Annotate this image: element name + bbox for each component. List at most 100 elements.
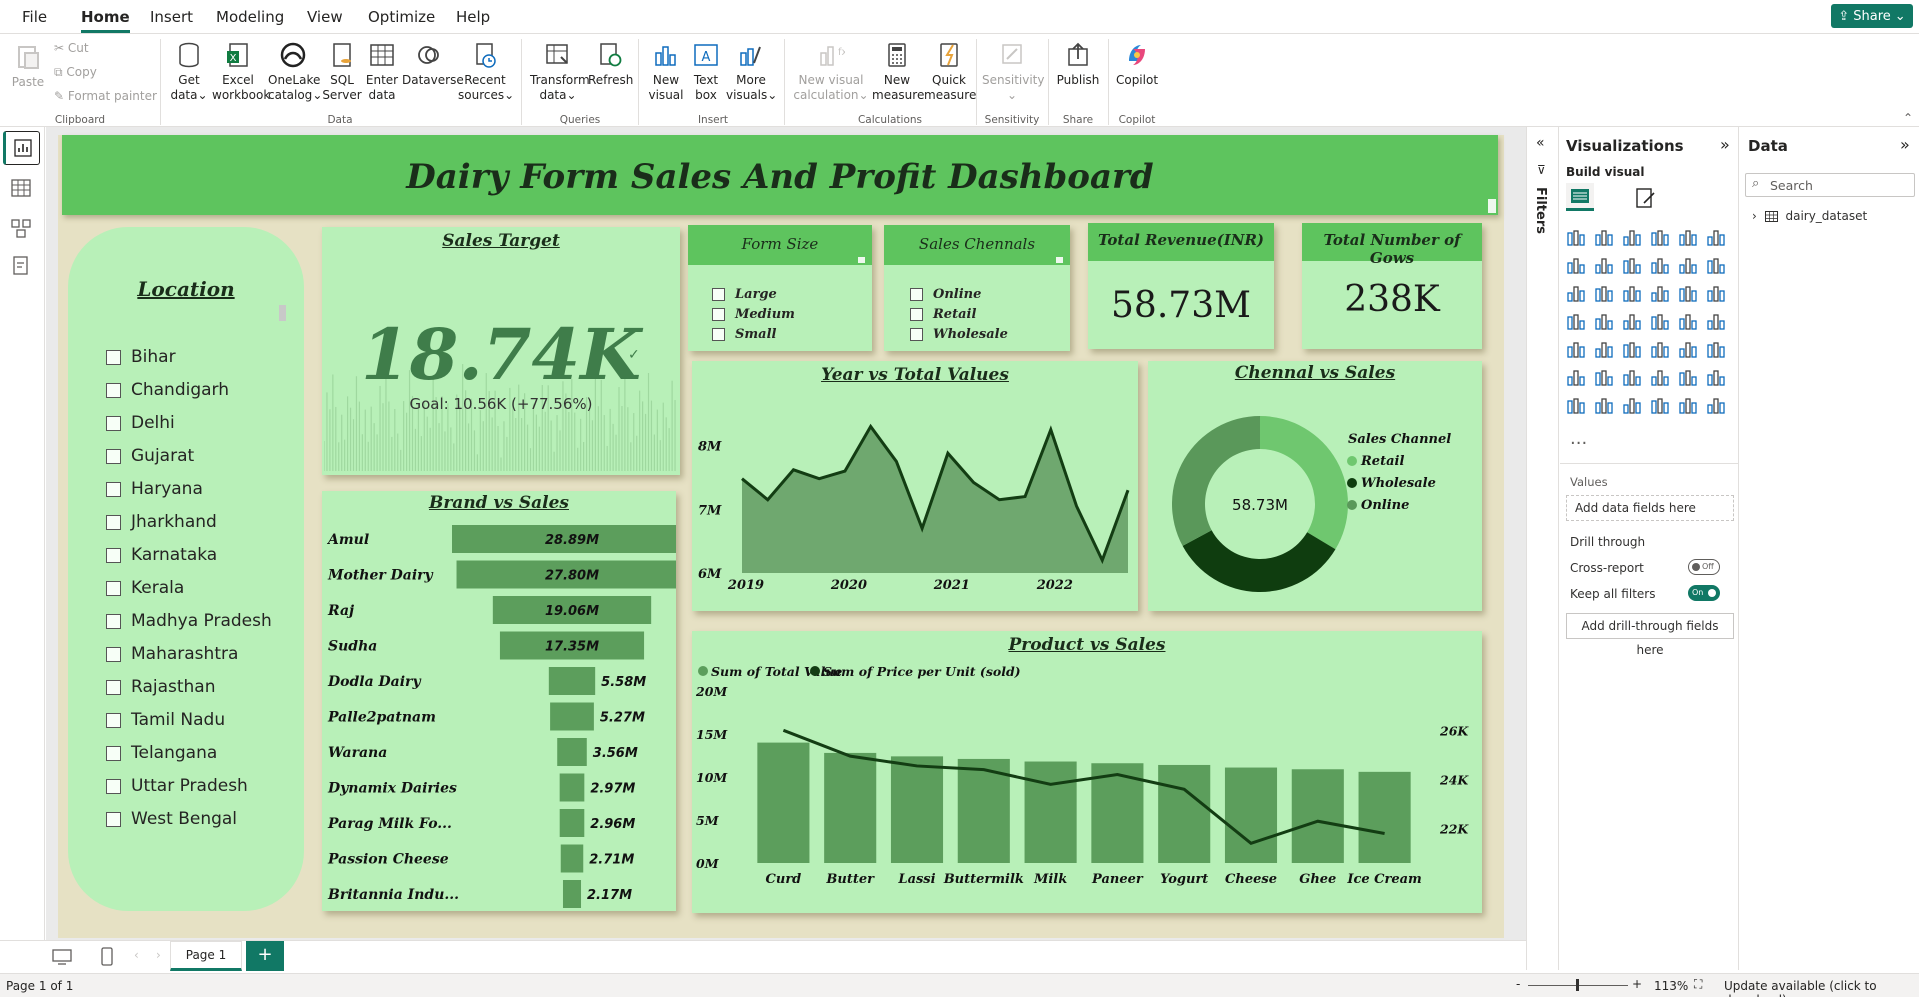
visual-type-icon[interactable] [1678,395,1698,415]
add-page-button[interactable]: + [246,941,284,971]
product-bar[interactable] [1224,767,1278,863]
checkbox[interactable] [106,481,121,497]
more-visuals-button[interactable]: More visuals⌄ [726,41,777,103]
copilot-button[interactable]: Copilot [1114,41,1160,88]
legend-label[interactable]: Wholesale [1361,476,1436,491]
add-drill-through-field[interactable]: Add drill-through fields here [1566,613,1734,657]
product-bar[interactable] [1291,769,1344,863]
publish-button[interactable]: Publish [1054,41,1102,88]
product-bar[interactable] [824,752,877,863]
menu-help[interactable]: Help [456,8,490,26]
table-view-icon[interactable] [10,177,32,199]
visual-type-icon[interactable] [1650,283,1670,303]
checkbox[interactable] [106,514,121,530]
location-item[interactable]: Uttar Pradesh [106,776,248,796]
location-item[interactable]: Telangana [106,743,217,763]
checkbox[interactable] [106,415,121,431]
visual-type-icon[interactable] [1622,311,1642,331]
refresh-button[interactable]: Refresh [588,41,633,88]
visual-type-icon[interactable] [1566,339,1586,359]
page-tab-1[interactable]: Page 1 [170,941,242,971]
brand-bar[interactable] [548,667,596,695]
onelake-catalog-button[interactable]: OneLake catalog⌄ [268,41,322,103]
menu-optimize[interactable]: Optimize [368,8,435,26]
checkbox[interactable] [106,712,121,728]
checkbox[interactable] [106,349,121,365]
menu-file[interactable]: File [22,8,47,26]
visual-type-icon[interactable] [1566,395,1586,415]
checkbox[interactable] [910,308,923,321]
visual-type-icon[interactable] [1706,311,1726,331]
visual-type-icon[interactable] [1622,367,1642,387]
product-bar[interactable] [890,756,944,863]
area-fill[interactable] [742,426,1128,573]
channel-item[interactable]: Online [910,287,981,302]
filters-pane[interactable]: « ⊽ Filters [1526,127,1559,970]
dataset-item[interactable]: › dairy_dataset [1752,209,1867,223]
visual-type-icon[interactable] [1706,395,1726,415]
donut-slice[interactable] [1260,416,1348,550]
text-box-button[interactable]: A Text box [688,41,724,103]
visual-type-icon[interactable] [1706,227,1726,247]
location-item[interactable]: Madhya Pradesh [106,611,272,631]
checkbox[interactable] [712,308,725,321]
form-size-item[interactable]: Medium [712,307,795,322]
brand-bar[interactable] [559,809,585,837]
form-size-item[interactable]: Large [712,287,777,302]
add-data-field[interactable]: Add data fields here [1566,495,1734,521]
location-item[interactable]: Chandigarh [106,380,229,400]
brand-bar[interactable] [560,844,584,873]
dataverse-button[interactable]: Dataverse [402,41,464,88]
visual-type-icon[interactable] [1706,367,1726,387]
collapse-ribbon-icon[interactable]: ⌃ [1903,111,1913,125]
copy-button[interactable]: ⧉ Copy [54,65,97,80]
visual-type-icon[interactable] [1566,255,1586,275]
data-search-box[interactable]: ⌕ Search [1745,173,1915,197]
checkbox[interactable] [106,448,121,464]
visual-type-icon[interactable] [1678,283,1698,303]
checkbox[interactable] [910,288,923,301]
model-view-icon[interactable] [10,217,32,239]
cross-report-toggle[interactable]: Off [1688,559,1720,575]
collapse-icon[interactable]: » [1720,135,1730,154]
visual-type-icon[interactable] [1622,395,1642,415]
legend-label[interactable]: Retail [1360,454,1404,469]
zoom-in-button[interactable]: + [1632,977,1642,991]
channel-item[interactable]: Wholesale [910,327,1008,342]
visual-type-icon[interactable] [1678,311,1698,331]
product-bar[interactable] [1158,764,1211,863]
chevron-left-icon[interactable]: ‹ [134,948,139,962]
visual-type-icon[interactable] [1678,227,1698,247]
checkbox[interactable] [106,580,121,596]
build-visual-tab[interactable] [1566,183,1594,211]
checkbox[interactable] [106,778,121,794]
checkbox[interactable] [106,745,121,761]
share-button[interactable]: ⇪ Share ⌄ [1831,4,1913,28]
fit-page-icon[interactable]: ⛶ [1694,977,1702,992]
format-painter-button[interactable]: ✎ Format painter [54,89,157,104]
menu-modeling[interactable]: Modeling [216,8,284,26]
checkbox[interactable] [712,288,725,301]
recent-sources-button[interactable]: Recent sources⌄ [458,41,514,103]
form-size-item[interactable]: Small [712,327,776,342]
location-item[interactable]: Delhi [106,413,175,433]
brand-bar[interactable] [557,738,587,766]
menu-view[interactable]: View [307,8,343,26]
report-view-button[interactable] [3,131,40,165]
visual-type-icon[interactable] [1594,283,1614,303]
channel-item[interactable]: Retail [910,307,976,322]
update-notice[interactable]: Update available (click to download) [1724,979,1919,997]
visual-type-icon[interactable] [1566,311,1586,331]
visual-type-icon[interactable] [1594,311,1614,331]
visual-type-icon[interactable] [1678,367,1698,387]
visual-type-icon[interactable] [1594,367,1614,387]
checkbox[interactable] [106,646,121,662]
visual-type-icon[interactable] [1594,339,1614,359]
scrollbar[interactable] [1056,257,1063,263]
visual-type-icon[interactable] [1566,227,1586,247]
visual-type-icon[interactable] [1706,283,1726,303]
mobile-layout-icon[interactable] [100,947,114,967]
collapse-icon[interactable]: » [1900,135,1910,154]
checkbox[interactable] [106,613,121,629]
location-item[interactable]: Karnataka [106,545,217,565]
